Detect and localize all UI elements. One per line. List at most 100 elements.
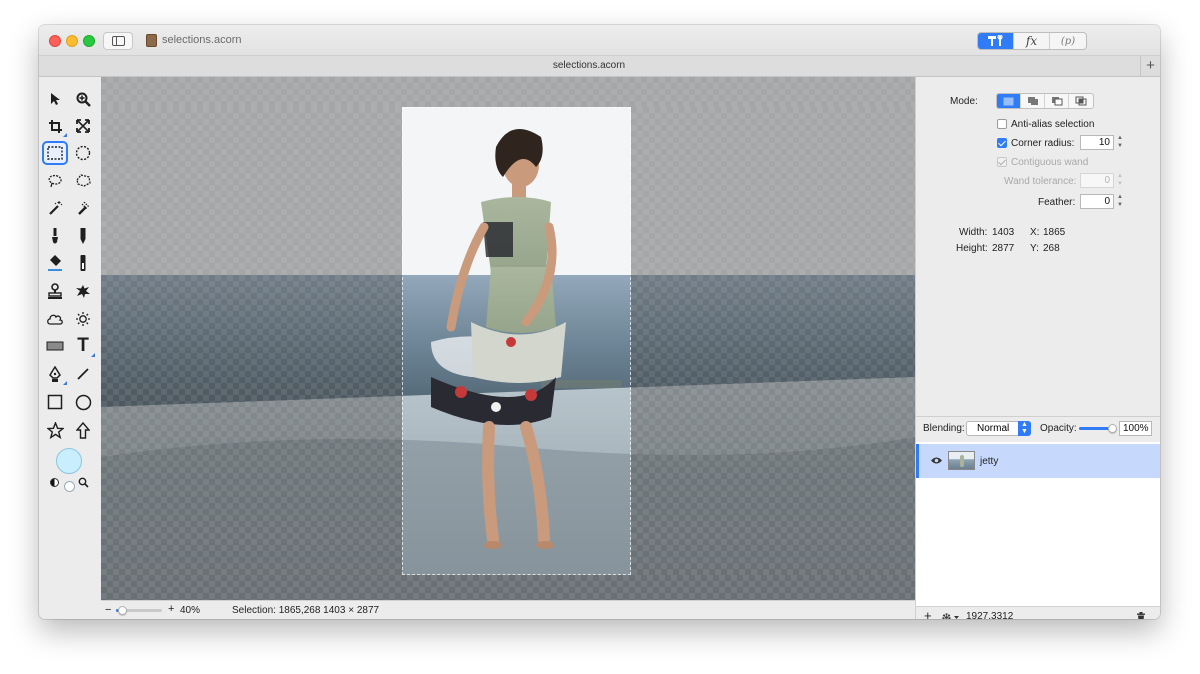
- line-icon: [77, 368, 89, 380]
- pencil-tool[interactable]: [71, 225, 95, 247]
- paint-bucket-icon: [48, 255, 62, 271]
- selection-marquee[interactable]: [402, 107, 631, 575]
- mode-add-button[interactable]: [1021, 94, 1045, 108]
- rect-shape-tool[interactable]: [43, 335, 67, 357]
- brush-icon: [52, 228, 58, 244]
- lasso-tool[interactable]: [43, 170, 67, 192]
- fill-color-swatch[interactable]: [56, 448, 82, 474]
- properties-panel-button[interactable]: (p): [1050, 33, 1086, 49]
- document-tab-bar: selections.acorn +: [39, 56, 1160, 77]
- document-icon: [146, 34, 157, 47]
- corner-radius-stepper[interactable]: ▲ ▼: [1116, 135, 1124, 150]
- oval-tool[interactable]: [71, 391, 95, 413]
- star-tool[interactable]: [43, 419, 67, 441]
- wand-tolerance-stepper[interactable]: ▲ ▼: [1116, 173, 1124, 188]
- select-arrow-tool[interactable]: [43, 88, 67, 110]
- corner-radius-field[interactable]: 10: [1080, 135, 1114, 150]
- opacity-slider[interactable]: [1079, 424, 1117, 433]
- close-window-button[interactable]: [49, 35, 61, 47]
- app-window: selections.acorn fx (p) selections.acorn…: [39, 25, 1160, 619]
- zoom-out-button[interactable]: −: [105, 604, 111, 616]
- brush-tool[interactable]: [43, 225, 67, 247]
- delete-layer-button[interactable]: [1136, 610, 1146, 619]
- feather-field[interactable]: 0: [1080, 194, 1114, 209]
- pen-nib-icon: [49, 365, 61, 382]
- light-tool[interactable]: [71, 308, 95, 330]
- status-bar: − + 40% Selection: 1865,268 1403 × 2877: [101, 600, 915, 619]
- magic-wand-icon: [49, 201, 63, 215]
- contiguous-wand-checkbox[interactable]: [997, 157, 1007, 167]
- ellipse-select-tool[interactable]: [71, 142, 95, 164]
- corner-radius-label: Corner radius:: [1011, 138, 1075, 149]
- selection-info: Selection: 1865,268 1403 × 2877: [232, 605, 380, 616]
- crop-tool[interactable]: [43, 115, 67, 137]
- sidebar-toggle-button[interactable]: [103, 32, 133, 50]
- up-arrow-icon: [76, 421, 90, 439]
- add-layer-button[interactable]: +: [924, 608, 932, 619]
- transform-tool[interactable]: [71, 115, 95, 137]
- height-label: Height:: [956, 243, 988, 254]
- zoom-slider-knob[interactable]: [118, 606, 127, 615]
- zoom-window-button[interactable]: [83, 35, 95, 47]
- feather-stepper[interactable]: ▲ ▼: [1116, 194, 1124, 209]
- filled-rect-icon: [46, 341, 64, 351]
- polygon-lasso-tool[interactable]: [71, 170, 95, 192]
- pen-tool[interactable]: [43, 363, 67, 385]
- pencil-icon: [80, 228, 86, 244]
- paint-bucket-tool[interactable]: [43, 252, 67, 274]
- zoom-slider[interactable]: [116, 606, 162, 615]
- opacity-slider-knob[interactable]: [1108, 424, 1117, 433]
- zoom-tool[interactable]: [71, 88, 95, 110]
- minimize-window-button[interactable]: [66, 35, 78, 47]
- smudge-tool[interactable]: [71, 280, 95, 302]
- anti-alias-checkbox[interactable]: [997, 119, 1007, 129]
- square-icon: [47, 394, 63, 410]
- effects-panel-button[interactable]: fx: [1014, 33, 1050, 49]
- image-canvas[interactable]: [101, 77, 915, 600]
- layer-actions-button[interactable]: [941, 610, 961, 619]
- mode-subtract-button[interactable]: [1045, 94, 1069, 108]
- add-tab-button[interactable]: +: [1140, 56, 1160, 77]
- stroke-color-swatch[interactable]: [64, 481, 75, 492]
- opacity-field[interactable]: 100%: [1119, 421, 1152, 436]
- eye-icon[interactable]: [930, 456, 943, 465]
- trash-icon: [1137, 612, 1145, 619]
- text-tool[interactable]: T: [71, 335, 95, 357]
- inspector-mode-segmented-control: fx (p): [977, 32, 1087, 50]
- rect-select-tool[interactable]: [42, 141, 68, 165]
- tab-selections[interactable]: selections.acorn: [39, 60, 1139, 71]
- magnifier-icon: [78, 477, 89, 488]
- x-value: 1865: [1043, 227, 1066, 238]
- layer-row[interactable]: jetty: [916, 444, 1160, 478]
- tools-panel-button[interactable]: [978, 33, 1014, 49]
- unselected-overlay-right: [631, 107, 915, 575]
- line-tool[interactable]: [71, 363, 95, 385]
- zoom-in-button[interactable]: +: [168, 603, 174, 615]
- crop-icon: [48, 119, 62, 133]
- mode-replace-button[interactable]: [997, 94, 1021, 108]
- gradient-tool[interactable]: [71, 252, 95, 274]
- polygon-lasso-icon: [76, 174, 91, 187]
- eyedropper-tool[interactable]: [75, 474, 91, 490]
- magic-wand-tool[interactable]: [43, 197, 67, 219]
- replace-selection-icon: [1003, 97, 1014, 105]
- sidebar-icon: [111, 36, 125, 46]
- arrow-tool[interactable]: [71, 419, 95, 441]
- color-select-tool[interactable]: [71, 197, 95, 219]
- burn-dodge-tool[interactable]: [43, 308, 67, 330]
- rectangle-tool[interactable]: [43, 391, 67, 413]
- corner-radius-checkbox[interactable]: [997, 138, 1007, 148]
- clone-stamp-tool[interactable]: [43, 280, 67, 302]
- anti-alias-label: Anti-alias selection: [1011, 119, 1095, 130]
- wand-tolerance-field[interactable]: 0: [1080, 173, 1114, 188]
- select-chevron-icon: ▲ ▼: [1018, 421, 1031, 436]
- default-colors-icon[interactable]: [50, 478, 59, 487]
- layer-thumbnail: [948, 451, 975, 470]
- rect-marquee-icon: [47, 146, 63, 160]
- title-bar: selections.acorn fx (p): [39, 25, 1160, 56]
- width-label: Width:: [959, 227, 988, 238]
- submenu-indicator-icon: [63, 133, 67, 137]
- color-wand-icon: [78, 201, 90, 215]
- mode-intersect-button[interactable]: [1069, 94, 1093, 108]
- blending-mode-select[interactable]: Normal ▲ ▼: [966, 421, 1031, 436]
